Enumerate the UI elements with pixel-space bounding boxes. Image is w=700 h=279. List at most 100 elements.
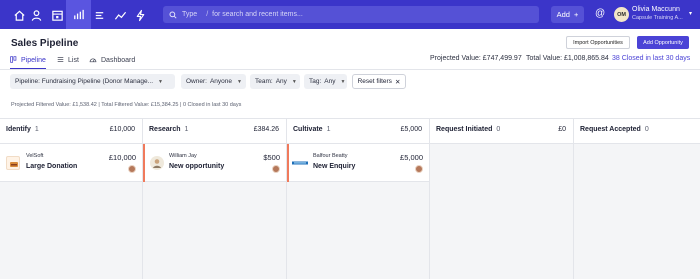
card-contact[interactable]: William Jay [169, 153, 197, 159]
reset-filters-label: Reset filters [357, 78, 392, 85]
tab-list[interactable]: List [57, 55, 79, 65]
lightning-icon[interactable] [130, 5, 150, 25]
chevron-down-icon: ▼ [340, 78, 346, 85]
add-button[interactable]: Add + [551, 6, 584, 23]
top-navigation-bar: Type / for search and recent items... Ad… [0, 0, 700, 29]
organisation-logo [6, 156, 20, 170]
list-tab-icon [57, 56, 64, 65]
pipeline-chart-icon[interactable] [66, 0, 91, 29]
card-organisation[interactable]: VelSoft [26, 153, 43, 159]
tag-filter-value: Any [324, 78, 336, 85]
column-total: £5,000 [400, 126, 422, 133]
team-filter-value: Any [275, 78, 287, 85]
column-header: Research 1 £384.26 [143, 118, 286, 144]
owner-filter-value: Anyone [209, 78, 232, 85]
stale-indicator-bar [287, 144, 289, 182]
tab-dashboard[interactable]: Dashboard [89, 55, 135, 65]
column-header: Identify 1 £10,000 [0, 118, 142, 144]
filtered-summary: Projected Filtered Value: £1,538.42 | To… [11, 102, 242, 108]
owner-avatar[interactable] [415, 165, 423, 173]
column-total: £384.26 [253, 126, 279, 133]
team-filter-select[interactable]: Team: Any ▼ [250, 74, 300, 89]
import-opportunities-button[interactable]: Import Opportunities [566, 36, 630, 49]
column-count: 1 [326, 126, 331, 133]
search-placeholder: Type [182, 11, 198, 18]
column-name: Request Initiated 0 [436, 126, 501, 133]
stale-indicator-bar [143, 144, 145, 182]
column-count: 1 [184, 126, 189, 133]
user-avatar[interactable]: OM [614, 7, 629, 22]
column-header: Cultivate 1 £5,000 [287, 118, 429, 144]
header-divider [0, 69, 700, 70]
close-icon: ✕ [394, 78, 401, 86]
team-filter-label: Team: [255, 78, 273, 85]
calendar-icon[interactable] [47, 5, 67, 25]
column-dropzone[interactable] [430, 144, 573, 279]
column-name: Cultivate 1 [293, 126, 331, 133]
opportunity-card[interactable]: Balfour Beatty New Enquiry £5,000 [287, 144, 429, 182]
column-header: Request Accepted 0 [574, 118, 700, 144]
pipeline-filter-select[interactable]: Pipeline: Fundraising Pipeline (Donor Ma… [10, 74, 175, 89]
pipeline-column-identify: Identify 1 £10,000 VelSoft Large Donation… [0, 118, 143, 279]
column-count: 1 [34, 126, 39, 133]
chevron-down-icon[interactable]: ▾ [689, 10, 692, 17]
column-dropzone[interactable] [574, 144, 700, 279]
tab-dashboard-label: Dashboard [101, 56, 136, 64]
opportunity-card[interactable]: VelSoft Large Donation £10,000 [0, 144, 142, 182]
chevron-down-icon: ▼ [158, 78, 163, 85]
list-lines-icon[interactable] [89, 5, 109, 25]
user-name[interactable]: Olivia Maccunn [632, 6, 680, 13]
card-title[interactable]: Large Donation [26, 163, 77, 170]
chevron-down-icon: ▼ [291, 78, 297, 85]
search-hint: for search and recent items... [212, 11, 303, 18]
card-title[interactable]: New opportunity [169, 163, 224, 170]
search-input[interactable]: Type / for search and recent items... [163, 6, 539, 23]
person-photo [150, 156, 164, 170]
tag-filter-label: Tag: [309, 78, 322, 85]
column-total: £10,000 [109, 126, 135, 133]
column-count: 0 [496, 126, 501, 133]
column-name: Request Accepted 0 [580, 126, 649, 133]
column-header: Request Initiated 0 £0 [430, 118, 573, 144]
plus-icon: + [573, 10, 579, 19]
card-amount: £5,000 [400, 153, 423, 162]
owner-avatar[interactable] [128, 165, 136, 173]
owner-filter-label: Owner: [186, 78, 207, 85]
total-value: Total Value: £1,008,865.84 [526, 55, 609, 62]
pipeline-filter-value: Pipeline: Fundraising Pipeline (Donor Ma… [15, 78, 154, 85]
search-icon [169, 10, 177, 19]
pipeline-column-cultivate: Cultivate 1 £5,000 Balfour Beatty New Enq… [287, 118, 430, 279]
card-amount: $500 [263, 153, 280, 162]
card-organisation[interactable]: Balfour Beatty [313, 153, 348, 159]
pipeline-column-request-accepted: Request Accepted 0 [574, 118, 700, 279]
card-title[interactable]: New Enquiry [313, 163, 355, 170]
tag-filter-select[interactable]: Tag: Any ▼ [304, 74, 347, 89]
person-icon[interactable] [26, 5, 46, 25]
add-opportunity-button[interactable]: Add Opportunity [637, 36, 689, 49]
search-shortcut-slash: / [206, 11, 209, 18]
page-title: Sales Pipeline [11, 38, 79, 49]
tab-list-label: List [68, 56, 79, 64]
organisation-logo [291, 156, 309, 170]
column-count: 0 [644, 126, 649, 133]
tab-pipeline-label: Pipeline [21, 56, 46, 64]
tab-pipeline[interactable]: Pipeline [10, 55, 46, 65]
dashboard-gauge-icon [89, 56, 97, 65]
column-name: Research 1 [149, 126, 189, 133]
pipeline-column-request-initiated: Request Initiated 0 £0 [430, 118, 574, 279]
analytics-trend-icon[interactable] [110, 5, 130, 25]
chevron-down-icon: ▼ [237, 78, 242, 85]
mentions-at-icon[interactable]: @ [595, 8, 605, 19]
column-total: £0 [558, 126, 566, 133]
reset-filters-button[interactable]: Reset filters ✕ [352, 74, 406, 89]
closed-last-30-days-link[interactable]: 38 Closed in last 30 days [612, 55, 690, 62]
add-button-label: Add [556, 10, 570, 19]
column-name: Identify 1 [6, 126, 39, 133]
user-organisation: Capsule Training A... [632, 15, 683, 21]
pipeline-column-research: Research 1 £384.26 William Jay New opport… [143, 118, 287, 279]
owner-filter-select[interactable]: Owner: Anyone ▼ [181, 74, 246, 89]
opportunity-card[interactable]: William Jay New opportunity $500 [143, 144, 286, 182]
owner-avatar[interactable] [272, 165, 280, 173]
card-amount: £10,000 [108, 153, 136, 162]
pipeline-tab-icon [10, 55, 17, 65]
